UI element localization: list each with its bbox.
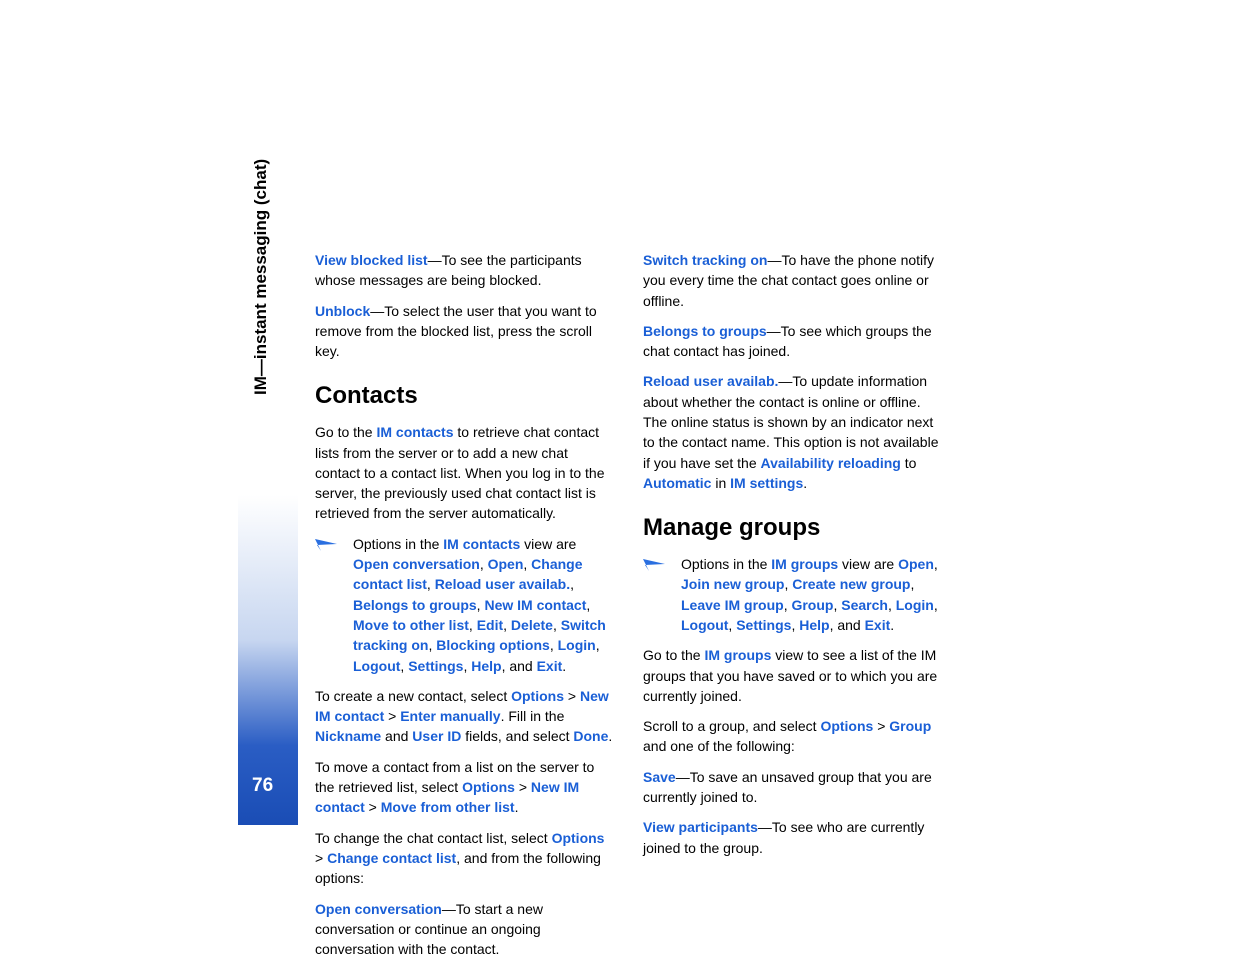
kw-unblock: Unblock: [315, 303, 370, 319]
right-column: Switch tracking on—To have the phone not…: [643, 250, 941, 969]
heading-contacts: Contacts: [315, 379, 613, 414]
para-view-participants: View participants—To see who are current…: [643, 817, 941, 858]
para-save-group: Save—To save an unsaved group that you a…: [643, 767, 941, 808]
kw-view-blocked-list: View blocked list: [315, 252, 428, 268]
para-switch-tracking: Switch tracking on—To have the phone not…: [643, 250, 941, 311]
para-im-contacts-intro: Go to the IM contacts to retrieve chat c…: [315, 422, 613, 523]
tip-icon: [643, 554, 669, 635]
para-scroll-group: Scroll to a group, and select Options > …: [643, 716, 941, 757]
kw-im-contacts: IM contacts: [376, 424, 453, 440]
left-column: View blocked list—To see the participant…: [315, 250, 613, 969]
heading-manage-groups: Manage groups: [643, 511, 941, 546]
para-create-contact: To create a new contact, select Options …: [315, 686, 613, 747]
tip-body: Options in the IM contacts view are Open…: [353, 534, 613, 676]
para-reload-availab: Reload user availab.—To update informati…: [643, 371, 941, 493]
para-change-list: To change the chat contact list, select …: [315, 828, 613, 889]
para-unblock: Unblock—To select the user that you want…: [315, 301, 613, 362]
para-open-conversation: Open conversation—To start a new convers…: [315, 899, 613, 960]
para-im-groups-goto: Go to the IM groups view to see a list o…: [643, 645, 941, 706]
page-content: View blocked list—To see the participant…: [315, 250, 1195, 969]
sidebar: IM—instant messaging (chat) 76: [238, 165, 298, 825]
page-number: 76: [252, 772, 273, 800]
para-view-blocked: View blocked list—To see the participant…: [315, 250, 613, 291]
tip-icon: [315, 534, 341, 676]
para-move-contact: To move a contact from a list on the ser…: [315, 757, 613, 818]
section-title-vertical: IM—instant messaging (chat): [249, 159, 274, 395]
tip-body: Options in the IM groups view are Open, …: [681, 554, 941, 635]
para-belongs-groups: Belongs to groups—To see which groups th…: [643, 321, 941, 362]
tip-groups-options: Options in the IM groups view are Open, …: [643, 554, 941, 635]
tip-contacts-options: Options in the IM contacts view are Open…: [315, 534, 613, 676]
